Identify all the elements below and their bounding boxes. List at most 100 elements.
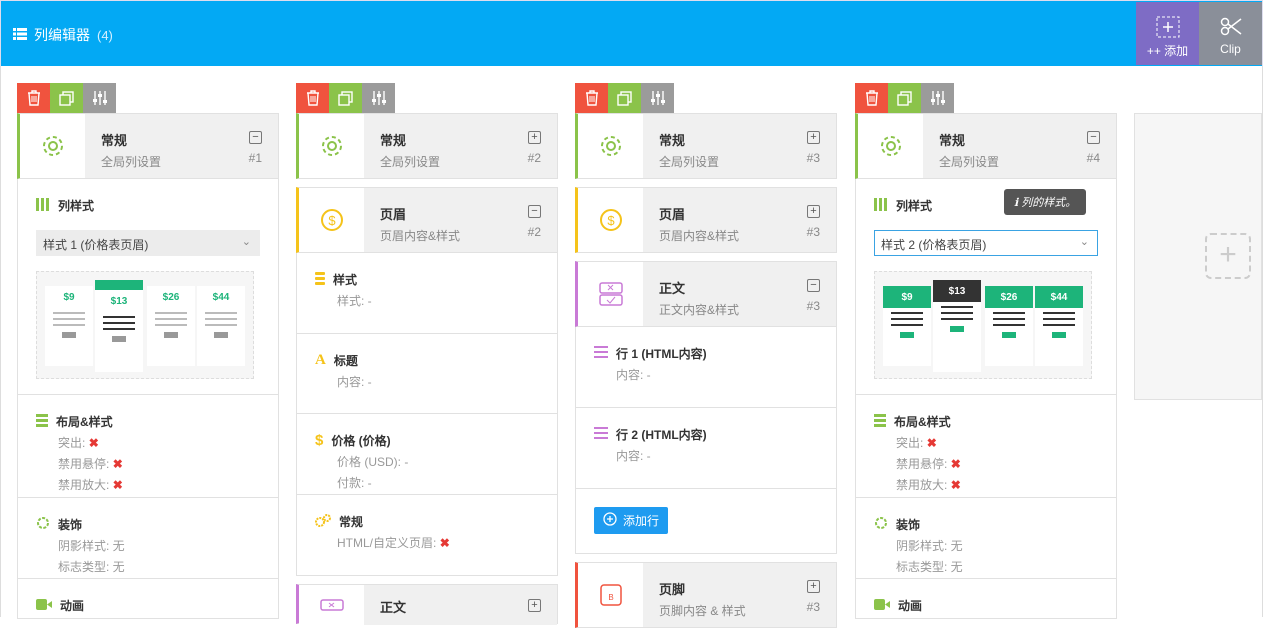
animation-panel[interactable]: 动画 [855,579,1117,619]
layout-style-panel[interactable]: 布局&样式 突出: ✖ 禁用悬停: ✖ 禁用放大: ✖ [855,395,1117,498]
section-title: 正文 [380,600,407,615]
section-title: 页眉 [659,207,686,222]
font-icon: A [315,352,326,368]
decoration-panel[interactable]: 装饰 阴影样式: 无 标志类型: 无 [17,498,279,579]
body-row-item[interactable]: 行 1 (HTML内容) 内容: - [575,327,837,408]
gear-icon [299,114,364,178]
add-label: ++ 添加 [1146,44,1189,58]
delete-column-button[interactable] [296,83,329,113]
shadow-setting: 阴影样式: 无 [896,539,963,553]
column-toolbar [296,83,558,113]
animation-panel[interactable]: 动画 [17,579,279,619]
decoration-panel[interactable]: 装饰 阴影样式: 无 标志类型: 无 [855,498,1117,579]
header-style-item[interactable]: 样式 样式: - [296,253,558,334]
column-number: #3 [806,299,820,313]
badge-setting: 标志类型: 无 [896,560,963,574]
duplicate-column-button[interactable] [888,83,921,113]
collapse-toggle[interactable]: − [807,279,820,292]
column-3: 常规 全局列设置 + #3 $ 页眉 页眉内容&样式 + #3 正文 正文内容&… [575,83,837,628]
section-subtitle: 页脚内容 & 样式 [659,604,746,618]
price-label: $44 [1035,286,1083,308]
header-section[interactable]: $ 页眉 页眉内容&样式 + #3 [575,187,837,253]
editor-title: 列编辑器 [34,27,90,43]
dollar-circle-icon: $ [299,188,364,252]
header-title-item[interactable]: A 标题 内容: - [296,334,558,414]
layers-icon [874,413,886,430]
item-value: 价格 (USD): - [337,455,409,469]
expand-toggle[interactable]: + [807,580,820,593]
column-style-panel: 列样式 ℹ 列的样式。 样式 2 (价格表页眉) ⌄ $9 $13 $26 $44 [855,179,1117,395]
add-column-placeholder[interactable]: + [1134,113,1262,400]
cross-icon: ✖ [950,478,961,492]
item-title: 价格 (价格) [331,434,391,448]
highlight-setting: 突出: ✖ [58,436,99,450]
section-subtitle: 全局列设置 [939,155,1000,169]
expand-toggle[interactable]: + [807,131,820,144]
section-subtitle: 正文内容&样式 [659,303,740,317]
item-title: 样式 [333,273,358,287]
column-settings-button[interactable] [641,83,674,113]
copy-icon [338,90,353,106]
style-select[interactable]: 样式 1 (价格表页眉) ⌄ [36,230,260,256]
header-price-item[interactable]: $ 价格 (价格) 价格 (USD): - 付款: - [296,414,558,495]
delete-column-button[interactable] [575,83,608,113]
body-icon [299,585,364,625]
expand-toggle[interactable]: + [528,131,541,144]
style-select-value: 样式 2 (价格表页眉) [881,238,987,252]
item-title: 行 1 (HTML内容) [616,347,707,361]
column-1: 常规 全局列设置 − #1 列样式 样式 1 (价格表页眉) ⌄ $9 $13 $… [17,83,279,619]
delete-column-button[interactable] [855,83,888,113]
header-section[interactable]: $ 页眉 页眉内容&样式 − #2 [296,187,558,253]
menu-icon [594,427,608,442]
add-row-button[interactable]: 添加行 [594,507,669,534]
header-custom-item[interactable]: 常规 HTML/自定义页眉: ✖ [296,495,558,576]
collapse-toggle[interactable]: − [249,131,262,144]
section-title: 常规 [101,133,128,148]
column-number: #2 [527,151,541,165]
body-row-item[interactable]: 行 2 (HTML内容) 内容: - [575,408,837,489]
expand-toggle[interactable]: + [807,205,820,218]
cross-icon: ✖ [88,436,99,450]
duplicate-column-button[interactable] [50,83,83,113]
layout-style-panel[interactable]: 布局&样式 突出: ✖ 禁用悬停: ✖ 禁用放大: ✖ [17,395,279,498]
add-column-button[interactable]: ++ 添加 [1136,2,1199,65]
duplicate-column-button[interactable] [329,83,362,113]
body-section[interactable]: 正文 正文内容&样式 − #3 [575,261,837,327]
gear-icon [858,114,923,178]
column-toolbar [17,83,279,113]
duplicate-column-button[interactable] [608,83,641,113]
expand-toggle[interactable]: + [528,599,541,612]
dollar-circle-icon: $ [578,188,643,252]
add-row-area: 添加行 [575,489,837,554]
footer-section[interactable]: B 页脚 页脚内容 & 样式 + #3 [575,562,837,628]
general-section[interactable]: 常规 全局列设置 − #4 [855,113,1117,179]
item-value: 内容: - [616,368,651,382]
section-title: 常规 [380,133,407,148]
cross-icon: ✖ [926,436,937,450]
price-label: $9 [883,286,931,308]
body-section[interactable]: 正文 + [296,584,558,625]
clip-button[interactable]: Clip [1199,2,1262,65]
general-section[interactable]: 常规 全局列设置 + #2 [296,113,558,179]
item-value: 内容: - [616,449,651,463]
column-settings-button[interactable] [83,83,116,113]
panel-title: 列样式 [58,199,95,213]
column-number: #4 [1086,151,1100,165]
collapse-toggle[interactable]: − [528,205,541,218]
copy-icon [59,90,74,106]
general-section[interactable]: 常规 全局列设置 + #3 [575,113,837,179]
delete-column-button[interactable] [17,83,50,113]
section-subtitle: 全局列设置 [380,155,441,169]
style-select[interactable]: 样式 2 (价格表页眉) ⌄ [874,230,1098,256]
column-settings-button[interactable] [362,83,395,113]
panel-title: 动画 [898,599,923,613]
highlight-setting: 突出: ✖ [896,436,937,450]
menu-icon [594,346,608,361]
database-icon [315,271,325,288]
panel-title: 布局&样式 [894,415,951,429]
section-subtitle: 页眉内容&样式 [380,229,461,243]
collapse-toggle[interactable]: − [1087,131,1100,144]
section-title: 页脚 [659,582,686,597]
general-section[interactable]: 常规 全局列设置 − #1 [17,113,279,179]
column-settings-button[interactable] [921,83,954,113]
